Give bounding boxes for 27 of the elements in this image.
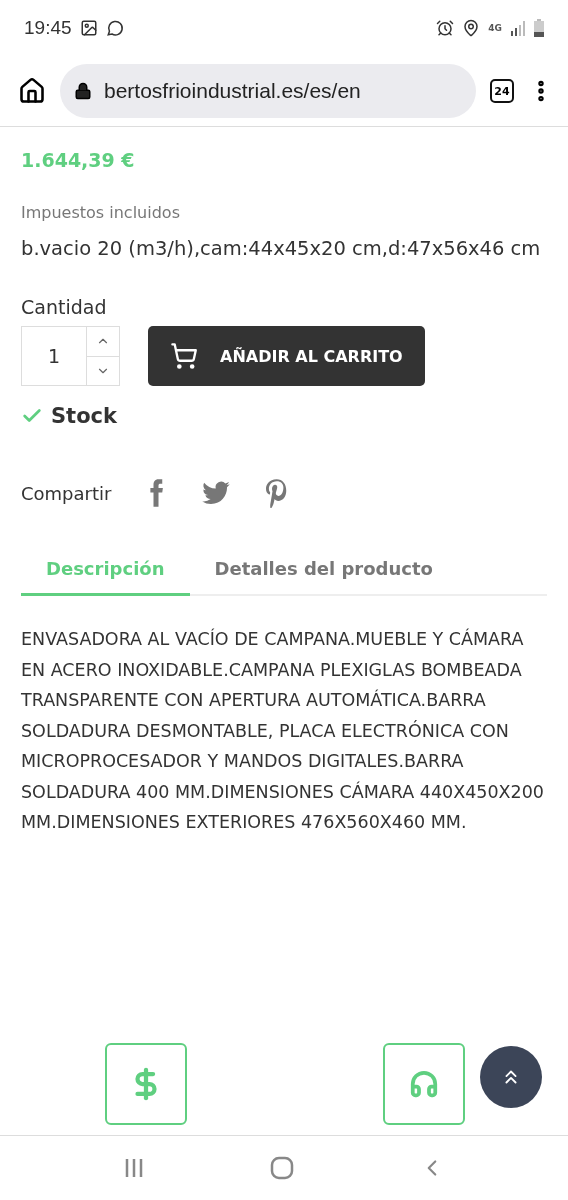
headphones-icon — [409, 1069, 439, 1099]
tab-count[interactable]: 24 — [490, 79, 514, 103]
product-price: 1.644,39 € — [21, 149, 136, 171]
availability: Stock — [51, 404, 117, 428]
signal-icon — [510, 20, 526, 36]
image-icon — [79, 19, 98, 37]
add-to-cart-button[interactable]: AÑADIR AL CARRITO — [148, 326, 425, 386]
product-summary: b.vacio 20 (m3/h),cam:44x45x20 cm,d:47x56x46 cm — [21, 236, 542, 262]
cart-icon — [170, 342, 198, 370]
home-icon — [270, 1156, 294, 1180]
quantity-label: Cantidad — [21, 296, 108, 318]
clock: 19:45 — [24, 17, 72, 39]
alarm-icon — [436, 19, 455, 37]
lock-icon — [74, 82, 92, 100]
product-description: ENVASADORA AL VACÍO DE CAMPANA.MUEBLE Y CÁMARA EN ACERO INOXIDABLE.CAMPANA PLEXIGLAS BOMBEADA TRANSPARENTE CON APERTURA AUTOMÁTICA.BARRA SOLDADURA DESMONTABLE, PLACA ELECTRÓNICA CON MICROPROCESADOR Y MANDOS DIGITALES.BARRA SOLDADURA 400 MM.DIMENSIONES CÁMARA 440X450X200 MM.DIMENSIONES EXTERIORES 476X560X460 MM. — [21, 627, 545, 834]
battery-icon — [534, 19, 544, 37]
support-button[interactable] — [383, 1043, 465, 1125]
tax-note: Impuestos incluidos — [21, 203, 181, 222]
tab[interactable]: Detalles del producto — [189, 558, 458, 596]
location-icon — [462, 19, 481, 37]
network-type: 4G — [488, 23, 502, 33]
url-text: bertosfrioindustrial.es/es/en — [104, 79, 361, 103]
share-label: Compartir — [21, 482, 112, 504]
home-icon[interactable] — [18, 77, 46, 105]
pricing-button[interactable] — [105, 1043, 187, 1125]
address-bar[interactable]: bertosfrioindustrial.es/es/en — [60, 64, 476, 118]
chat-bubble-icon — [105, 19, 124, 37]
